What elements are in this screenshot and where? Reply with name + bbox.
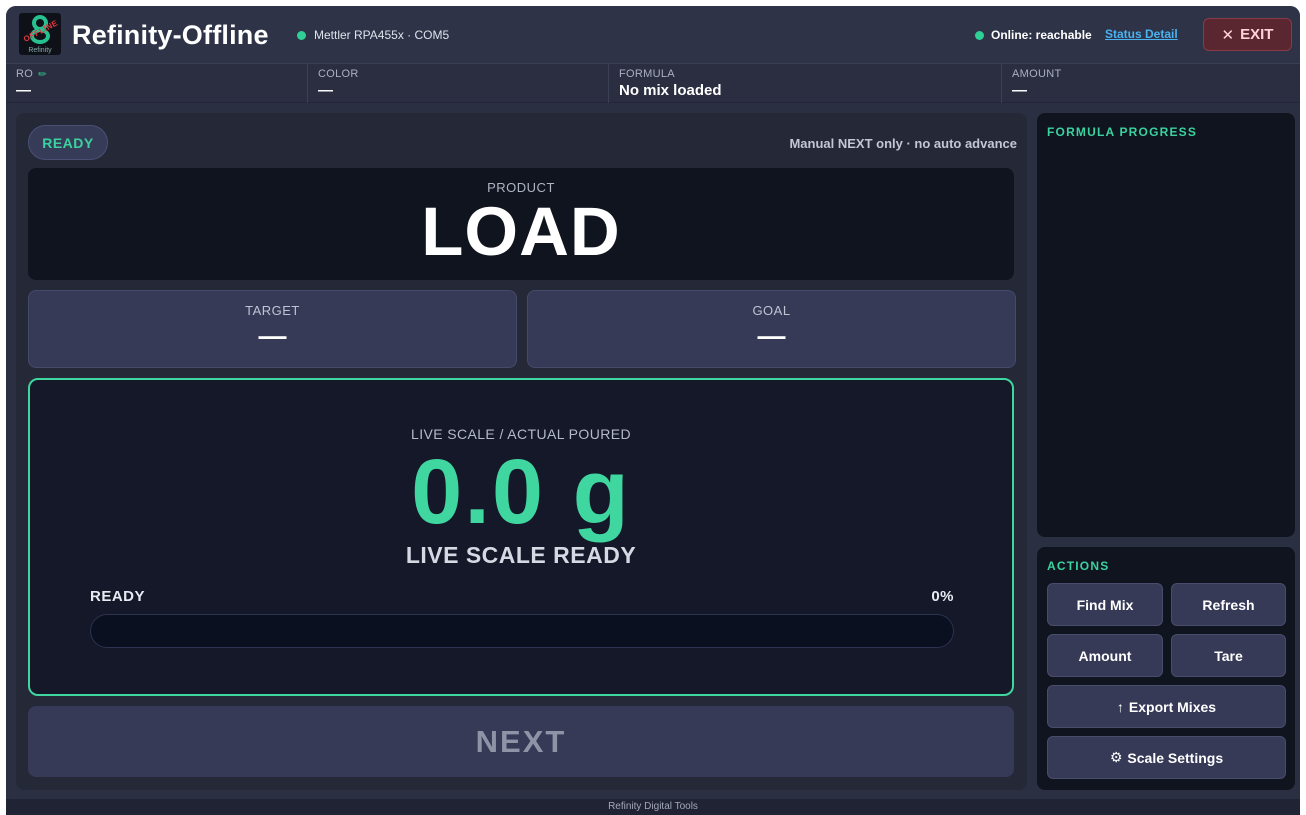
job-info-bar: RO ✎ — COLOR — FORMULA No mix loaded AMO… [6,64,1300,103]
refresh-button[interactable]: Refresh [1171,583,1286,626]
main-panel: READY Manual NEXT only · no auto advance… [16,113,1027,790]
info-ro[interactable]: RO ✎ — [6,64,308,103]
device-status: Mettler RPA455x · COM5 [297,28,449,42]
amount-button[interactable]: Amount [1047,634,1163,677]
info-ro-value: — [16,82,31,99]
info-color-value: — [318,82,333,99]
info-amount-label: AMOUNT [1012,68,1062,80]
live-scale-card: LIVE SCALE / ACTUAL POURED 0.0 g LIVE SC… [28,378,1014,696]
close-icon: ✕ [1221,26,1235,44]
online-status: Online: reachable [975,28,1092,42]
find-mix-button[interactable]: Find Mix [1047,583,1163,626]
device-status-dot-icon [297,30,306,40]
goal-value: — [757,320,786,351]
info-amount-value: — [1012,82,1027,99]
exit-label: EXIT [1240,26,1274,43]
info-color: COLOR — [308,64,609,103]
info-formula-value: No mix loaded [619,82,722,99]
device-label: Mettler RPA455x · COM5 [314,28,450,42]
info-ro-label: RO [16,68,34,80]
scale-status: LIVE SCALE READY [405,542,637,568]
tare-button[interactable]: Tare [1171,634,1286,677]
product-card: PRODUCT LOAD [28,168,1014,280]
export-mixes-label: Export Mixes [1128,698,1217,715]
edit-pencil-icon[interactable]: ✎ [36,67,50,81]
status-detail-link[interactable]: Status Detail [1105,27,1178,41]
target-value: — [258,320,287,351]
exit-button[interactable]: ✕ EXIT [1203,18,1292,51]
info-formula-label: FORMULA [619,68,675,80]
app-logo: OFFLINE Refinity [19,13,61,55]
progress-header: READY 0% [90,588,954,605]
formula-progress-panel: FORMULA PROGRESS [1037,113,1295,537]
next-button[interactable]: NEXT [28,706,1014,777]
scale-settings-label: Scale Settings [1127,749,1224,766]
pour-progress-bar [90,614,954,648]
export-arrow-icon: ↑ [1116,698,1124,715]
info-color-label: COLOR [318,68,359,80]
export-mixes-button[interactable]: ↑ Export Mixes [1047,685,1286,728]
actions-panel: ACTIONS Find Mix Refresh Amount Tare ↑ E… [1037,547,1295,790]
footer: Refinity Digital Tools [6,799,1300,815]
formula-progress-title: FORMULA PROGRESS [1047,125,1198,139]
scale-settings-button[interactable]: ⚙ Scale Settings [1047,736,1286,779]
state-badge: READY [28,125,108,160]
gear-icon: ⚙ [1109,749,1123,765]
goal-label: GOAL [752,303,791,318]
progress-percent: 0% [931,588,954,605]
online-status-label: Online: reachable [991,28,1092,42]
info-formula: FORMULA No mix loaded [609,64,1002,103]
target-card: TARGET — [28,290,517,368]
info-ro-label-row: RO ✎ [16,67,297,81]
app-window: OFFLINE Refinity Refinity-Offline Mettle… [6,6,1300,815]
progress-label: READY [90,588,146,605]
app-title: Refinity-Offline [72,20,269,50]
scale-label: LIVE SCALE / ACTUAL POURED [411,426,631,442]
scale-reading: 0.0 g [411,441,631,543]
mode-note: Manual NEXT only · no auto advance [789,136,1017,151]
logo-word: Refinity [28,47,52,54]
app-header: OFFLINE Refinity Refinity-Offline Mettle… [6,6,1300,64]
target-label: TARGET [245,303,300,318]
product-value: LOAD [421,193,621,270]
actions-title: ACTIONS [1047,559,1110,573]
online-status-dot-icon [975,30,984,40]
info-amount: AMOUNT — [1002,64,1300,103]
goal-card: GOAL — [527,290,1016,368]
